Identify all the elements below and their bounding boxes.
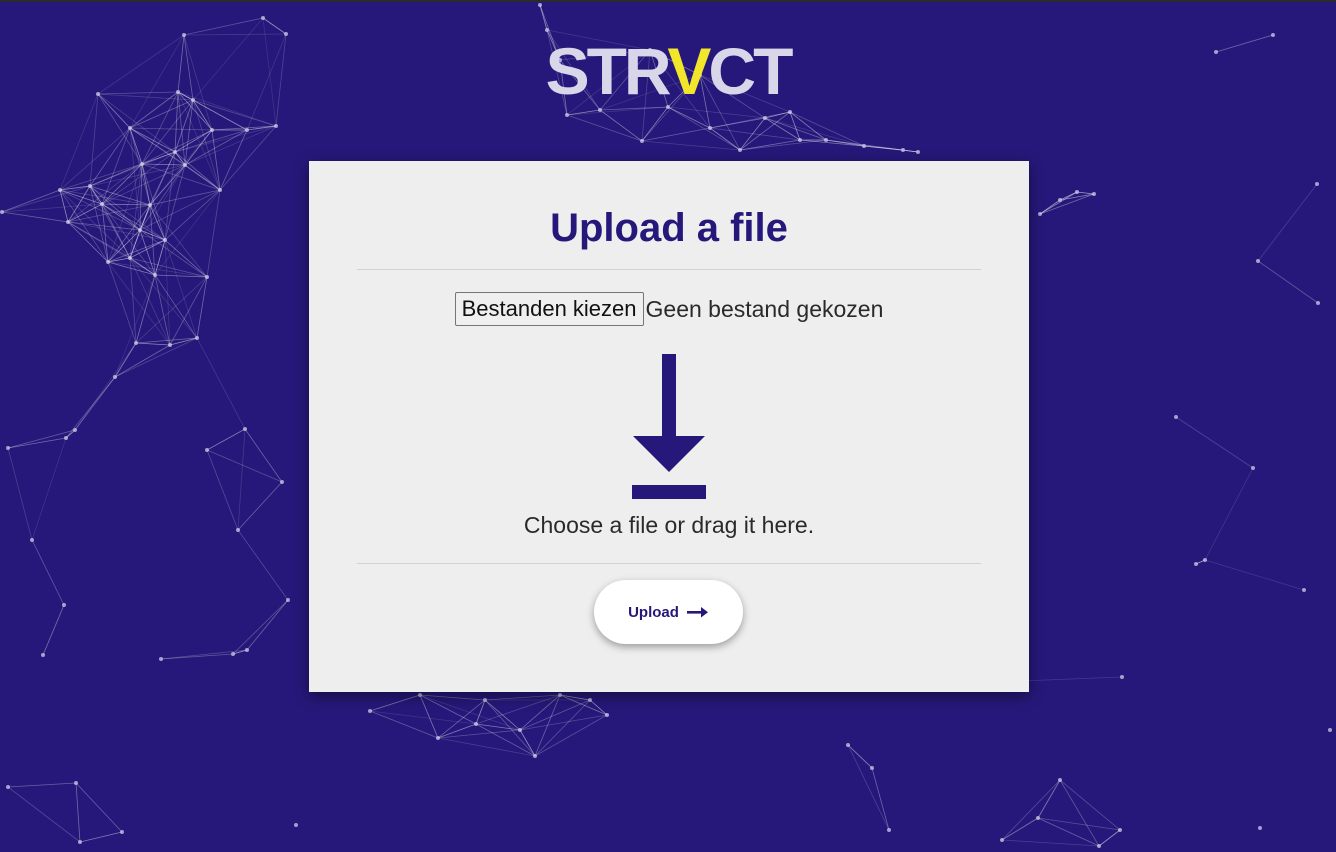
logo-accent-letter: V [667, 34, 711, 108]
strvct-logo[interactable]: STRVCT [0, 36, 1336, 106]
download-arrow-icon[interactable] [632, 354, 706, 500]
drop-hint: Choose a file or drag it here. [523, 512, 815, 538]
arrow-right-icon [686, 607, 708, 618]
choose-files-button[interactable]: Bestanden kiezen [454, 291, 644, 326]
upload-button[interactable]: Upload [594, 580, 743, 644]
upload-title: Upload a file [550, 206, 788, 250]
upload-card: Upload a file Bestanden kiezen Geen besta… [309, 161, 1029, 692]
upload-button-label: Upload [628, 603, 679, 621]
divider-bottom [357, 563, 981, 564]
file-chooser: Bestanden kiezen Geen bestand gekozen [309, 290, 1029, 326]
divider-top [357, 269, 981, 270]
logo-prefix: STR [545, 34, 671, 108]
file-status-text: Geen bestand gekozen [645, 295, 884, 322]
logo-suffix: CT [708, 34, 793, 108]
